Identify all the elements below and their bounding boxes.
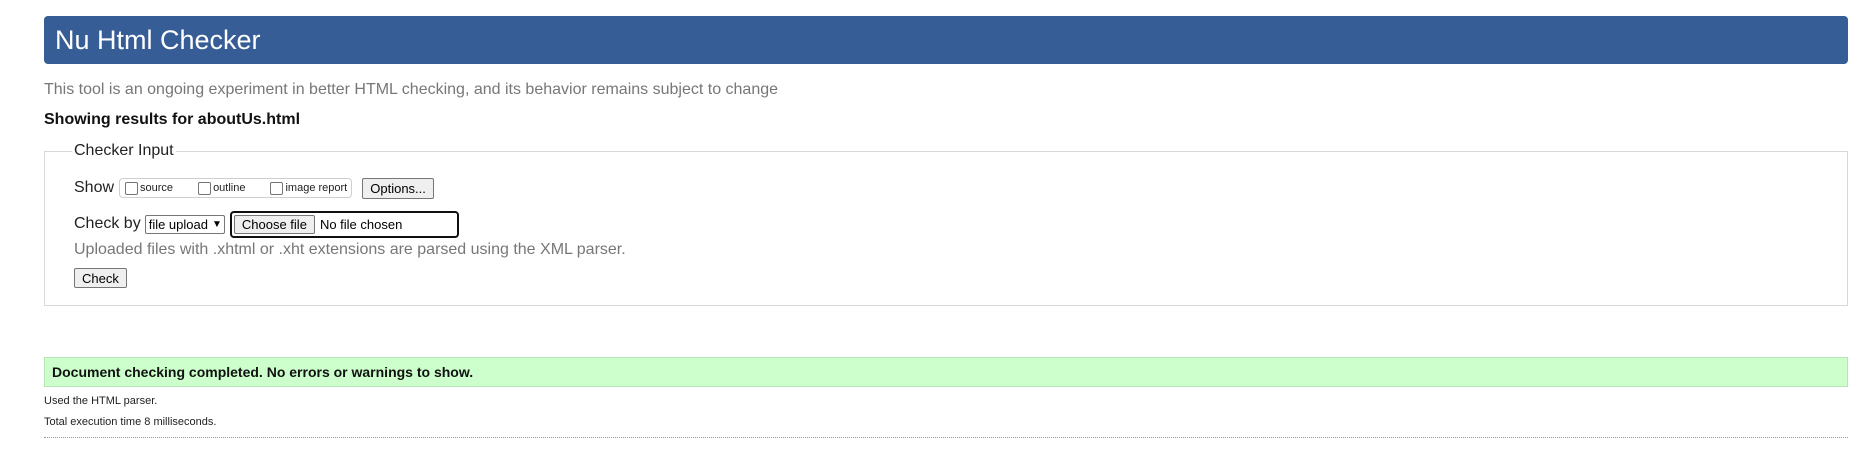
checker-input-legend: Checker Input [72, 141, 176, 161]
image-report-checkbox-label[interactable]: image report [285, 182, 347, 194]
divider [44, 437, 1848, 438]
image-report-checkbox[interactable] [270, 181, 284, 195]
parser-info: Used the HTML parser. [44, 395, 158, 407]
check-by-select[interactable]: file upload ▼ [144, 214, 225, 234]
outline-checkbox[interactable] [198, 181, 212, 195]
show-row: Show source outline image report Options… [74, 177, 434, 199]
source-checkbox-label[interactable]: source [140, 182, 173, 194]
result-success-banner: Document checking completed. No errors o… [44, 357, 1848, 387]
check-by-selected-value: file upload [148, 216, 208, 232]
results-for-heading: Showing results for aboutUs.html [44, 111, 301, 128]
tagline: This tool is an ongoing experiment in be… [44, 81, 779, 98]
outline-checkbox-label[interactable]: outline [213, 182, 245, 194]
show-label: Show [74, 179, 115, 196]
file-status: No file chosen [319, 216, 403, 232]
check-button[interactable]: Check [74, 268, 127, 288]
show-options-group: source outline image report [119, 178, 353, 198]
file-input[interactable]: Choose file No file chosen [229, 210, 459, 238]
source-checkbox[interactable] [125, 181, 139, 195]
chevron-down-icon: ▼ [211, 218, 222, 230]
page-header: Nu Html Checker [44, 16, 1848, 64]
options-button[interactable]: Options... [362, 177, 434, 199]
execution-time: Total execution time 8 milliseconds. [44, 416, 217, 428]
check-by-label: Check by [74, 215, 141, 232]
check-by-row: Check by file upload ▼ Choose file No fi… [74, 210, 459, 238]
choose-file-button[interactable]: Choose file [233, 214, 315, 234]
xml-parser-hint: Uploaded files with .xhtml or .xht exten… [74, 241, 626, 258]
page-title: Nu Html Checker [55, 25, 261, 55]
result-message: Document checking completed. No errors o… [52, 364, 474, 380]
